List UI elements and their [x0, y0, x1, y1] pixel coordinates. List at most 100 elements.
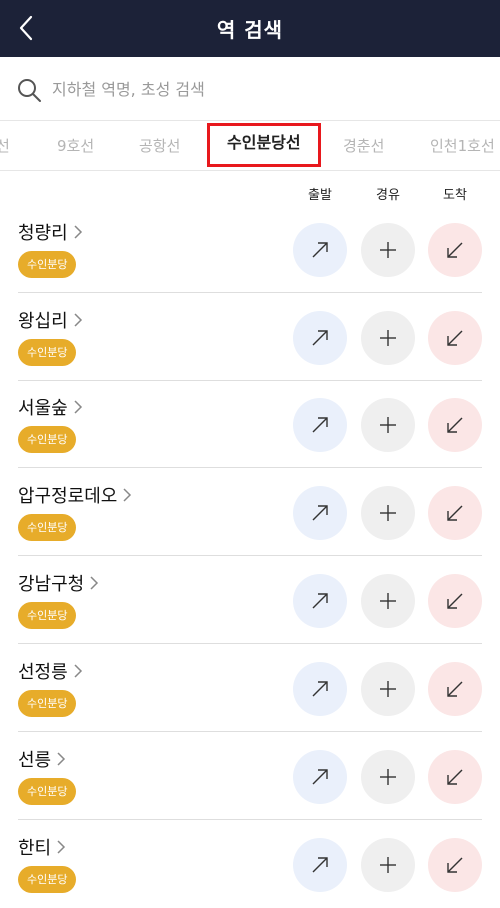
arrow-up-right-icon	[312, 330, 328, 346]
arrow-down-left-icon	[447, 242, 463, 258]
arrow-down-left-icon	[447, 593, 463, 609]
departure-button[interactable]	[293, 662, 347, 716]
station-name-link[interactable]: 강남구청	[18, 570, 99, 596]
plus-icon	[380, 593, 396, 609]
arrow-up-right-icon	[312, 769, 328, 785]
plus-icon	[380, 769, 396, 785]
departure-button[interactable]	[293, 398, 347, 452]
tab-suin-bundang[interactable]: 수인분당선	[207, 123, 321, 167]
arrow-down-left-icon	[447, 857, 463, 873]
station-name-link[interactable]: 왕십리	[18, 307, 83, 333]
departure-button[interactable]	[293, 838, 347, 892]
station-name-link[interactable]: 압구정로데오	[18, 482, 132, 508]
arrow-down-left-icon	[447, 417, 463, 433]
plus-icon	[380, 857, 396, 873]
departure-button[interactable]	[293, 223, 347, 277]
station-row: 강남구청 수인분당	[0, 556, 500, 644]
arrow-down-left-icon	[447, 505, 463, 521]
via-button[interactable]	[361, 398, 415, 452]
station-name: 강남구청	[18, 574, 85, 595]
via-button[interactable]	[361, 223, 415, 277]
departure-button[interactable]	[293, 486, 347, 540]
station-row: 한티 수인분당	[0, 820, 500, 908]
chevron-right-icon	[90, 576, 99, 590]
via-header: 경유	[376, 188, 400, 203]
arrow-down-left-icon	[447, 330, 463, 346]
departure-button[interactable]	[293, 574, 347, 628]
arrival-header: 도착	[443, 188, 467, 203]
station-name: 왕십리	[18, 311, 68, 332]
arrow-up-right-icon	[312, 857, 328, 873]
line-badge: 수인분당	[18, 426, 77, 453]
station-name: 서울숲	[18, 398, 68, 419]
station-name-link[interactable]: 선정릉	[18, 658, 83, 684]
arrival-button[interactable]	[428, 398, 482, 452]
station-name-link[interactable]: 청량리	[18, 219, 83, 245]
plus-icon	[380, 681, 396, 697]
chevron-right-icon	[74, 313, 82, 327]
chevron-right-icon	[57, 840, 66, 854]
station-name-link[interactable]: 선릉	[18, 746, 66, 772]
arrow-up-right-icon	[312, 505, 328, 521]
station-name: 선정릉	[18, 662, 68, 683]
station-name: 청량리	[18, 223, 68, 244]
station-row: 서울숲 수인분당	[0, 380, 500, 468]
plus-icon	[380, 417, 396, 433]
search-bar	[0, 57, 500, 121]
chevron-left-icon	[19, 15, 33, 41]
arrow-up-right-icon	[312, 242, 328, 258]
arrow-up-right-icon	[312, 417, 328, 433]
line-badge: 수인분당	[18, 339, 77, 366]
via-button[interactable]	[361, 486, 415, 540]
arrival-button[interactable]	[428, 574, 482, 628]
arrow-down-left-icon	[447, 681, 463, 697]
station-name-link[interactable]: 한티	[18, 834, 66, 860]
departure-button[interactable]	[293, 750, 347, 804]
via-button[interactable]	[361, 662, 415, 716]
arrow-up-right-icon	[312, 593, 328, 609]
chevron-right-icon	[57, 752, 66, 766]
via-button[interactable]	[361, 574, 415, 628]
via-button[interactable]	[361, 838, 415, 892]
line-badge: 수인분당	[18, 690, 77, 717]
plus-icon	[380, 330, 396, 346]
arrival-button[interactable]	[428, 223, 482, 277]
via-button[interactable]	[361, 311, 415, 365]
station-row: 청량리 수인분당	[0, 205, 500, 293]
chevron-right-icon	[74, 664, 82, 678]
plus-icon	[380, 505, 396, 521]
page-title: 역 검색	[216, 18, 284, 42]
tab-incheon-1[interactable]: 인천1호선	[430, 121, 495, 170]
station-name: 압구정로데오	[18, 486, 118, 507]
tab-line-partial[interactable]: 선	[0, 121, 10, 170]
chevron-right-icon	[74, 400, 82, 414]
station-name: 선릉	[18, 750, 52, 771]
departure-button[interactable]	[293, 311, 347, 365]
tab-line-9[interactable]: 9호선	[57, 121, 94, 170]
line-badge: 수인분당	[18, 514, 77, 541]
chevron-right-icon	[123, 488, 132, 502]
line-tabs: 선 9호선 공항선 수인분당선 경춘선 인천1호선	[0, 121, 500, 171]
station-row: 압구정로데오 수인분당	[0, 468, 500, 556]
via-button[interactable]	[361, 750, 415, 804]
arrow-up-right-icon	[312, 681, 328, 697]
arrival-button[interactable]	[428, 750, 482, 804]
tab-airport[interactable]: 공항선	[139, 121, 180, 170]
back-button[interactable]	[6, 8, 46, 48]
arrival-button[interactable]	[428, 486, 482, 540]
arrival-button[interactable]	[428, 311, 482, 365]
arrival-button[interactable]	[428, 662, 482, 716]
line-badge: 수인분당	[18, 778, 77, 805]
arrival-button[interactable]	[428, 838, 482, 892]
line-badge: 수인분당	[18, 251, 77, 278]
plus-icon	[380, 242, 396, 258]
top-app-bar: 역 검색	[0, 0, 500, 57]
station-name-link[interactable]: 서울숲	[18, 394, 83, 420]
tab-gyeongchun[interactable]: 경춘선	[343, 121, 384, 170]
station-name: 한티	[18, 838, 52, 859]
arrow-down-left-icon	[447, 769, 463, 785]
chevron-right-icon	[74, 225, 82, 239]
search-icon	[18, 79, 41, 102]
station-row: 선정릉 수인분당	[0, 644, 500, 732]
search-input[interactable]	[52, 75, 482, 103]
